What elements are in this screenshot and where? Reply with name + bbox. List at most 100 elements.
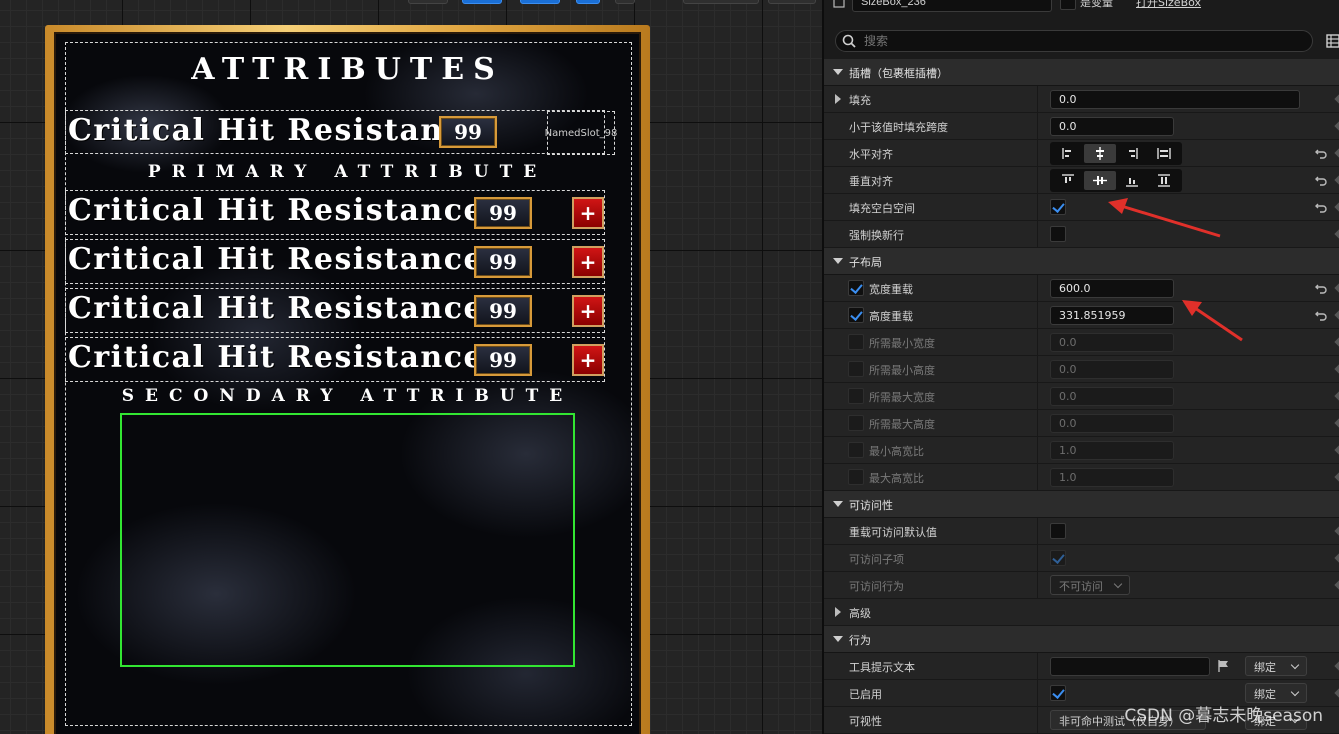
tooltip-text-field[interactable] <box>1050 657 1210 676</box>
height-override-checkbox[interactable] <box>848 307 864 323</box>
keyframe-diamond-icon[interactable] <box>1334 444 1339 456</box>
open-sizebox-link[interactable]: 打开SizeBox <box>1136 0 1201 10</box>
keyframe-diamond-icon[interactable] <box>1334 687 1339 699</box>
width-override-field[interactable] <box>1050 279 1174 298</box>
h-align-fill-button[interactable] <box>1148 144 1180 163</box>
toolbar-button[interactable] <box>615 0 635 4</box>
accessible-behavior-dropdown[interactable]: 不可访问 <box>1050 575 1130 595</box>
selected-sizebox-outline[interactable] <box>120 413 575 667</box>
details-panel: 是变量 打开SizeBox 插槽（包裹框插槽） 填充 小于该值时填充跨度 水平对… <box>822 0 1339 734</box>
keyframe-diamond-icon[interactable] <box>1334 552 1339 564</box>
min-desired-width-field[interactable] <box>1050 333 1174 352</box>
keyframe-diamond-icon[interactable] <box>1334 417 1339 429</box>
accessible-children-checkbox[interactable] <box>1050 550 1066 566</box>
max-aspect-checkbox[interactable] <box>848 469 864 485</box>
v-align-fill-button[interactable] <box>1148 171 1180 190</box>
keyframe-diamond-icon[interactable] <box>1334 390 1339 402</box>
increase-button[interactable]: + <box>572 295 604 327</box>
min-desired-width-checkbox[interactable] <box>848 334 864 350</box>
keyframe-diamond-icon[interactable] <box>1334 309 1339 321</box>
prop-label: 最小高宽比 <box>869 445 924 458</box>
keyframe-diamond-icon[interactable] <box>1334 201 1339 213</box>
h-align-right-button[interactable] <box>1116 144 1148 163</box>
collapsed-arrow-icon[interactable] <box>835 94 841 104</box>
increase-button[interactable]: + <box>572 246 604 278</box>
override-accessible-checkbox[interactable] <box>1050 523 1066 539</box>
search-input[interactable] <box>864 33 1294 49</box>
attributes-frame[interactable]: ATTRIBUTES Critical Hit Resistance 99 Na… <box>45 25 650 734</box>
fill-empty-space-checkbox[interactable] <box>1050 199 1066 215</box>
annotation-arrow <box>1182 300 1243 342</box>
keyframe-diamond-icon[interactable] <box>1334 525 1339 537</box>
named-slot[interactable]: NamedSlot_98 <box>545 111 617 155</box>
keyframe-diamond-icon[interactable] <box>1334 147 1339 159</box>
is-variable-checkbox[interactable] <box>1060 0 1076 10</box>
enabled-bind-dropdown[interactable]: 绑定 <box>1245 683 1307 703</box>
keyframe-diamond-icon[interactable] <box>1334 282 1339 294</box>
attribute-row[interactable]: Critical Hit Resistance 99 + <box>65 337 605 382</box>
reset-to-default-icon[interactable] <box>1314 308 1328 322</box>
v-align-top-button[interactable] <box>1052 171 1084 190</box>
section-label: 子布局 <box>849 256 882 269</box>
increase-button[interactable]: + <box>572 344 604 376</box>
toolbar-button[interactable] <box>408 0 448 4</box>
keyframe-diamond-icon[interactable] <box>1334 471 1339 483</box>
keyframe-diamond-icon[interactable] <box>1334 336 1339 348</box>
top-attribute-row[interactable]: Critical Hit Resistance 99 NamedSlot_98 <box>65 110 617 155</box>
toolbar-button-active[interactable] <box>576 0 600 4</box>
min-aspect-field[interactable] <box>1050 441 1174 460</box>
widget-name-field[interactable] <box>852 0 1052 12</box>
width-override-checkbox[interactable] <box>848 280 864 296</box>
h-align-center-button[interactable] <box>1084 144 1116 163</box>
keyframe-diamond-icon[interactable] <box>1334 660 1339 672</box>
min-desired-height-field[interactable] <box>1050 360 1174 379</box>
details-search[interactable] <box>835 30 1313 52</box>
toolbar-button-active[interactable] <box>520 0 560 4</box>
enabled-checkbox[interactable] <box>1050 685 1066 701</box>
keyframe-diamond-icon[interactable] <box>1334 228 1339 240</box>
designer-canvas[interactable]: ATTRIBUTES Critical Hit Resistance 99 Na… <box>0 0 822 734</box>
attribute-row[interactable]: Critical Hit Resistance 99 + <box>65 239 605 284</box>
section-accessibility[interactable]: 可访问性 <box>824 491 1339 518</box>
height-override-field[interactable] <box>1050 306 1174 325</box>
min-aspect-checkbox[interactable] <box>848 442 864 458</box>
reset-to-default-icon[interactable] <box>1314 200 1328 214</box>
increase-button[interactable]: + <box>572 197 604 229</box>
keyframe-diamond-icon[interactable] <box>1334 120 1339 132</box>
toolbar-button[interactable] <box>683 0 759 4</box>
prop-h-align: 水平对齐 <box>824 140 1339 167</box>
max-desired-height-field[interactable] <box>1050 414 1174 433</box>
prop-advanced[interactable]: 高级 <box>824 599 1339 626</box>
max-desired-width-field[interactable] <box>1050 387 1174 406</box>
keyframe-diamond-icon[interactable] <box>1334 363 1339 375</box>
reset-to-default-icon[interactable] <box>1314 281 1328 295</box>
prop-fill-empty-space: 填充空白空间 <box>824 194 1339 221</box>
h-align-left-button[interactable] <box>1052 144 1084 163</box>
collapsed-arrow-icon[interactable] <box>835 607 841 617</box>
fill-field[interactable] <box>1050 90 1300 109</box>
max-desired-width-checkbox[interactable] <box>848 388 864 404</box>
max-aspect-field[interactable] <box>1050 468 1174 487</box>
v-align-center-button[interactable] <box>1084 171 1116 190</box>
attribute-row[interactable]: Critical Hit Resistance 99 + <box>65 190 605 235</box>
section-behavior[interactable]: 行为 <box>824 626 1339 653</box>
toolbar-button[interactable] <box>768 0 816 4</box>
keyframe-diamond-icon[interactable] <box>1334 93 1339 105</box>
reset-to-default-icon[interactable] <box>1314 146 1328 160</box>
section-slot[interactable]: 插槽（包裹框插槽） <box>824 59 1339 86</box>
section-child-layout[interactable]: 子布局 <box>824 248 1339 275</box>
flag-icon[interactable] <box>1216 659 1230 673</box>
min-desired-height-checkbox[interactable] <box>848 361 864 377</box>
attributes-title: ATTRIBUTES <box>191 52 504 87</box>
fill-span-field[interactable] <box>1050 117 1174 136</box>
reset-to-default-icon[interactable] <box>1314 173 1328 187</box>
toolbar-button-active[interactable] <box>462 0 502 4</box>
force-newline-checkbox[interactable] <box>1050 226 1066 242</box>
keyframe-diamond-icon[interactable] <box>1334 174 1339 186</box>
max-desired-height-checkbox[interactable] <box>848 415 864 431</box>
property-matrix-icon[interactable] <box>1326 34 1339 48</box>
keyframe-diamond-icon[interactable] <box>1334 579 1339 591</box>
v-align-bottom-button[interactable] <box>1116 171 1148 190</box>
attribute-row[interactable]: Critical Hit Resistance 99 + <box>65 288 605 333</box>
tooltip-bind-dropdown[interactable]: 绑定 <box>1245 656 1307 676</box>
